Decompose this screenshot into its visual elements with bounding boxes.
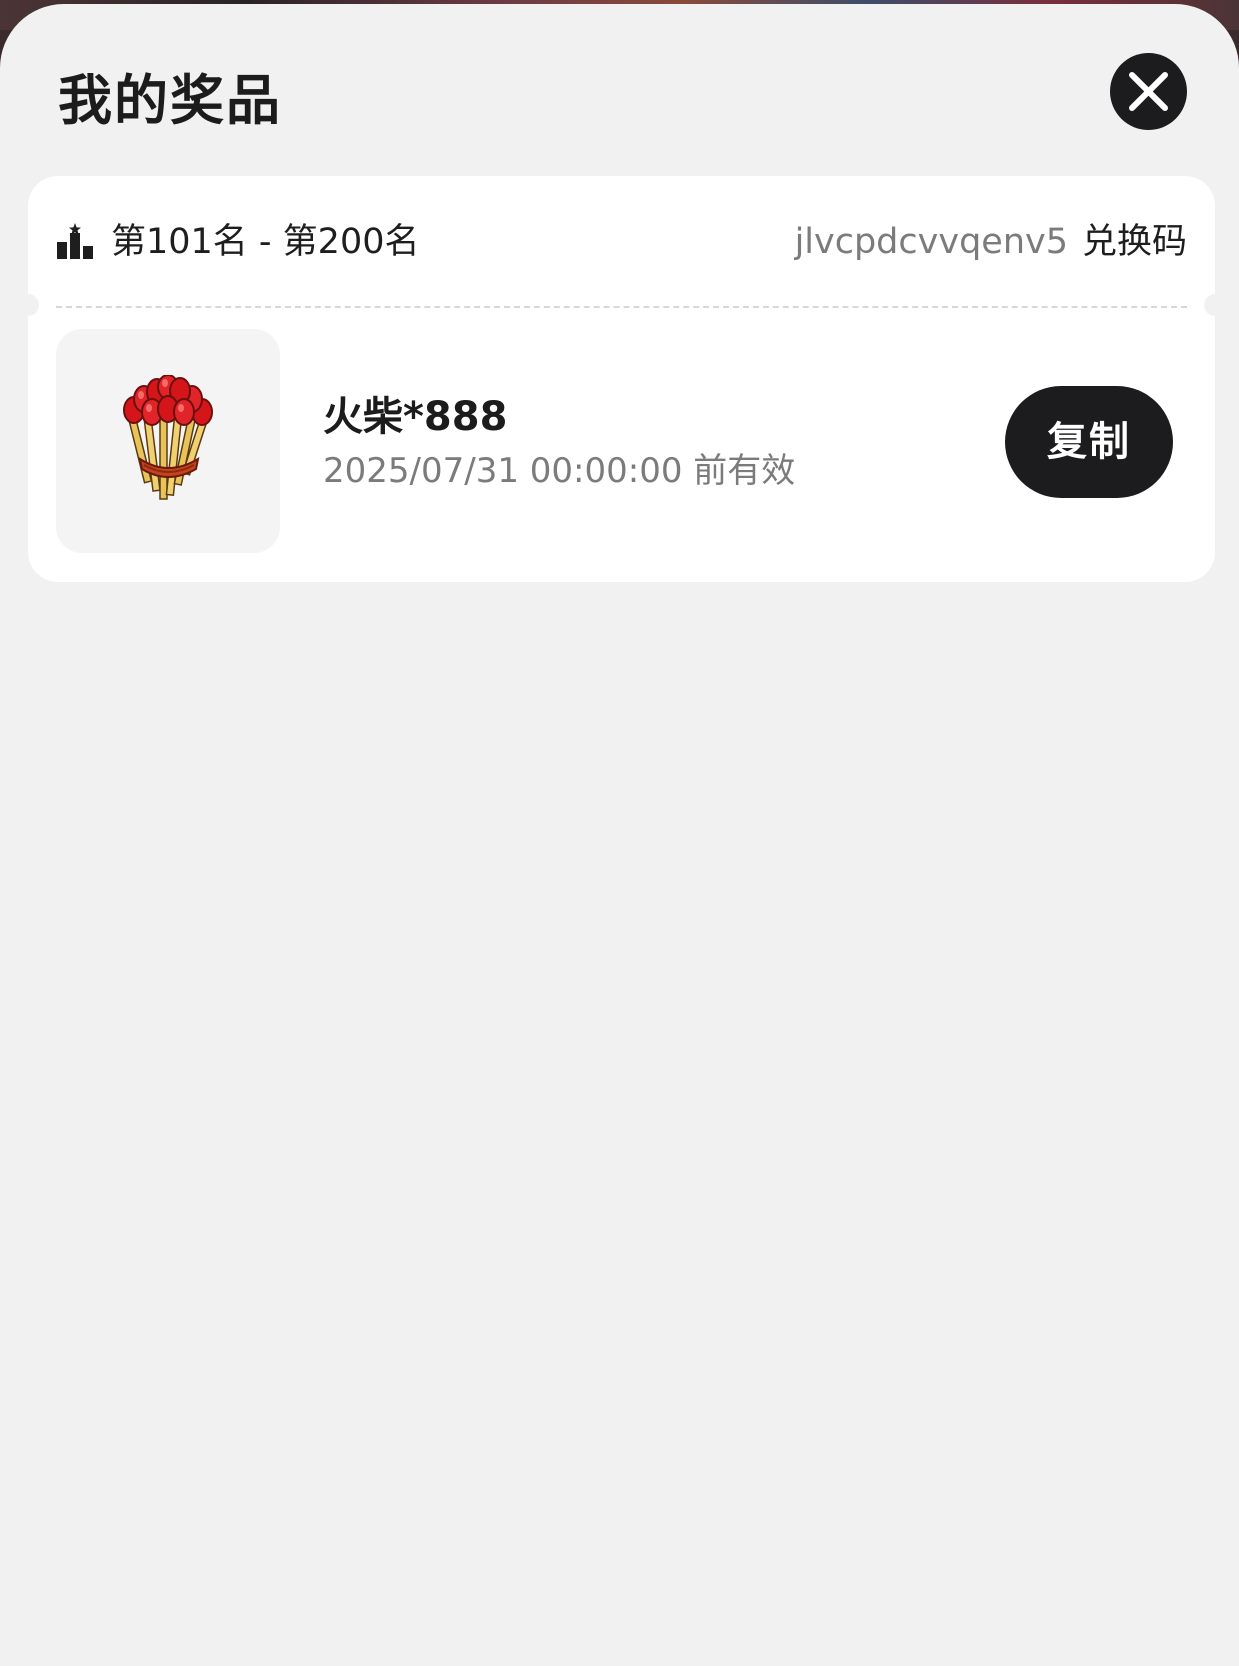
prize-card: 第101名 - 第200名 jlvcpdcvvqenv5 兑换码 火柴*888 …: [17, 176, 1226, 582]
ticket-notch-right: [1204, 294, 1226, 316]
matches-bundle-image: [123, 375, 213, 500]
sheet-title: 我的奖品: [58, 69, 282, 132]
dashed-divider: [56, 306, 1187, 308]
redeem-code: jlvcpdcvvqenv5 兑换码: [795, 218, 1187, 266]
prize-card-header: 第101名 - 第200名 jlvcpdcvvqenv5 兑换码: [56, 218, 1187, 268]
prize-expiry: 2025/07/31 00:00:00 前有效: [323, 451, 796, 491]
prize-thumbnail: [56, 329, 280, 553]
redeem-code-label: 兑换码: [1081, 222, 1187, 262]
ticket-notch-left: [17, 294, 39, 316]
close-button[interactable]: [1110, 53, 1187, 130]
prize-name: 火柴*888: [323, 394, 508, 440]
copy-button[interactable]: 复制: [1005, 386, 1173, 498]
redeem-code-value[interactable]: jlvcpdcvvqenv5: [795, 222, 1068, 262]
close-icon: [1129, 72, 1168, 111]
my-prizes-sheet: 我的奖品 第101名 - 第200名 jlvcpdcvvqenv5 兑换码 火柴…: [0, 4, 1239, 1666]
podium-icon: [57, 223, 93, 259]
rank-range-label: 第101名 - 第200名: [111, 222, 420, 262]
